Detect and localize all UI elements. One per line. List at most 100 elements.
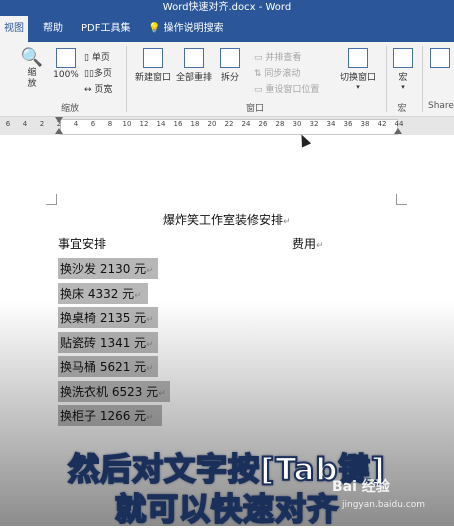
ruler-number: 34	[326, 120, 336, 128]
new-window-icon	[143, 48, 163, 68]
group-separator	[126, 46, 127, 112]
group-separator	[386, 46, 387, 112]
multi-page-button[interactable]: ▯▯多页	[84, 66, 112, 79]
horizontal-ruler[interactable]: 6 4 2 2 4 6 8 10 12 14 16 18 20 22 24 26 28 30 32 34 36 38 42 4…	[0, 117, 454, 135]
split-label: 拆分	[220, 73, 239, 83]
multi-page-label: 多页	[93, 69, 112, 79]
page-width-label: 页宽	[94, 85, 113, 95]
list-item-text: 换床 4332 元	[60, 286, 135, 301]
sync-scroll-icon: ⇅	[254, 69, 262, 79]
reset-position-button[interactable]: ▭ 重设窗口位置	[254, 82, 319, 95]
title-bar: Word快速对齐.docx - Word	[0, 0, 454, 16]
tab-pdf-tools[interactable]: PDF工具集	[81, 16, 130, 42]
ruler-number: 4	[73, 120, 79, 128]
header-left: 事宜安排	[58, 237, 107, 251]
arrange-all-button[interactable]: 全部重排	[174, 48, 214, 83]
ruler-number: 24	[241, 120, 251, 128]
ruler-number: 30	[292, 120, 302, 128]
new-window-button[interactable]: 新建窗口	[133, 48, 173, 83]
ruler-number: 2	[39, 120, 45, 128]
share-icon	[430, 48, 450, 68]
ruler-number: 4	[22, 120, 28, 128]
sync-scroll-button[interactable]: ⇅ 同步滚动	[254, 66, 300, 79]
tell-me-search[interactable]: 💡 操作说明搜索	[148, 16, 224, 42]
one-page-button[interactable]: ▯ 单页	[84, 50, 110, 63]
ruler-number: 16	[173, 120, 183, 128]
macros-button[interactable]: 宏 ▾	[390, 48, 416, 91]
document-title-text: 爆炸笑工作室装修安排	[163, 213, 284, 227]
ruler-number: 12	[139, 120, 149, 128]
document-title: 爆炸笑工作室装修安排↵	[163, 211, 291, 228]
share-group-label: Share	[428, 101, 454, 111]
ruler-number: 8	[107, 120, 113, 128]
side-by-side-button[interactable]: ▭ 并排查看	[254, 50, 301, 63]
chevron-down-icon: ▾	[356, 83, 360, 91]
list-item[interactable]: 换沙发 2130 元↵	[58, 258, 158, 279]
paragraph-mark: ↵	[316, 241, 324, 251]
share-button[interactable]	[428, 48, 452, 70]
ruler-number: 6	[90, 120, 96, 128]
ruler-number: 14	[156, 120, 166, 128]
side-by-side-icon: ▭	[254, 53, 263, 63]
header-right: 费用↵	[292, 235, 324, 252]
side-by-side-label: 并排查看	[265, 53, 302, 63]
ruler-number: 36	[343, 120, 353, 128]
one-page-label: 单页	[91, 53, 110, 63]
ruler-number: 10	[122, 120, 132, 128]
tab-help[interactable]: 帮助	[43, 16, 63, 42]
zoom-100-button[interactable]: 100%	[52, 48, 80, 80]
indent-marker-icon[interactable]	[55, 128, 63, 134]
ruler-number: 42	[377, 120, 387, 128]
switch-window-button[interactable]: 切换窗口 ▾	[336, 48, 380, 91]
reset-position-icon: ▭	[254, 85, 263, 95]
switch-window-label: 切换窗口	[339, 73, 376, 83]
paragraph-mark: ↵	[134, 290, 142, 301]
zoom-group-label: 缩放	[60, 104, 79, 114]
zoom-100-label: 100%	[53, 70, 79, 80]
ruler-number: 32	[309, 120, 319, 128]
paragraph-mark: ↵	[146, 266, 154, 276]
tell-me-label: 操作说明搜索	[163, 23, 224, 34]
new-window-label: 新建窗口	[134, 73, 171, 83]
lightbulb-icon: 💡	[148, 23, 161, 34]
window-title: Word快速对齐.docx - Word	[162, 2, 292, 13]
multi-page-icon: ▯▯	[84, 69, 94, 79]
page-width-button[interactable]: ↔ 页宽	[84, 82, 112, 95]
tab-view[interactable]: 视图	[0, 16, 28, 42]
indent-marker-icon[interactable]	[55, 117, 63, 123]
ruler-number: 18	[190, 120, 200, 128]
page-width-icon: ↔	[84, 85, 92, 95]
macro-icon	[393, 48, 413, 68]
watermark-url: jingyan.baidu.com	[342, 500, 426, 510]
reset-position-label: 重设窗口位置	[265, 85, 320, 95]
paragraph-mark: ↵	[283, 217, 291, 227]
ruler-number: 26	[258, 120, 268, 128]
ruler-number: 22	[224, 120, 234, 128]
window-group-label: 窗口	[245, 104, 264, 114]
list-item-text: 换沙发 2130 元	[60, 262, 147, 276]
ribbon-panel: 🔍 缩 放 100% ▯ 单页 ▯▯多页 ↔ 页宽 缩放 新建窗口 全部重排 拆…	[0, 42, 454, 117]
ruler-number: 6	[5, 120, 11, 128]
magnifier-icon: 🔍	[20, 47, 44, 68]
ribbon-tabs: 视图 帮助 PDF工具集 💡 操作说明搜索	[0, 16, 454, 42]
macro-group-label: 宏	[397, 104, 407, 114]
group-separator	[422, 46, 423, 112]
one-page-icon: ▯	[84, 53, 89, 63]
macro-label: 宏	[398, 73, 408, 83]
ruler-number: 38	[360, 120, 370, 128]
page-margin-corner	[396, 194, 407, 205]
arrange-all-label: 全部重排	[175, 73, 212, 83]
sync-scroll-label: 同步滚动	[264, 69, 301, 79]
watermark-brand: Bai 经验	[332, 479, 390, 495]
ruler-number: 20	[207, 120, 217, 128]
zoom-button[interactable]: 🔍 缩 放	[20, 48, 44, 90]
right-indent-marker-icon[interactable]	[394, 128, 402, 134]
header-right-text: 费用	[292, 237, 317, 251]
switch-window-icon	[348, 48, 368, 68]
chevron-down-icon: ▾	[401, 83, 405, 91]
split-icon	[220, 48, 240, 68]
split-button[interactable]: 拆分	[216, 48, 244, 83]
ruler-number: 44	[394, 120, 404, 128]
page-100-icon	[56, 48, 76, 68]
ruler-number: 28	[275, 120, 285, 128]
